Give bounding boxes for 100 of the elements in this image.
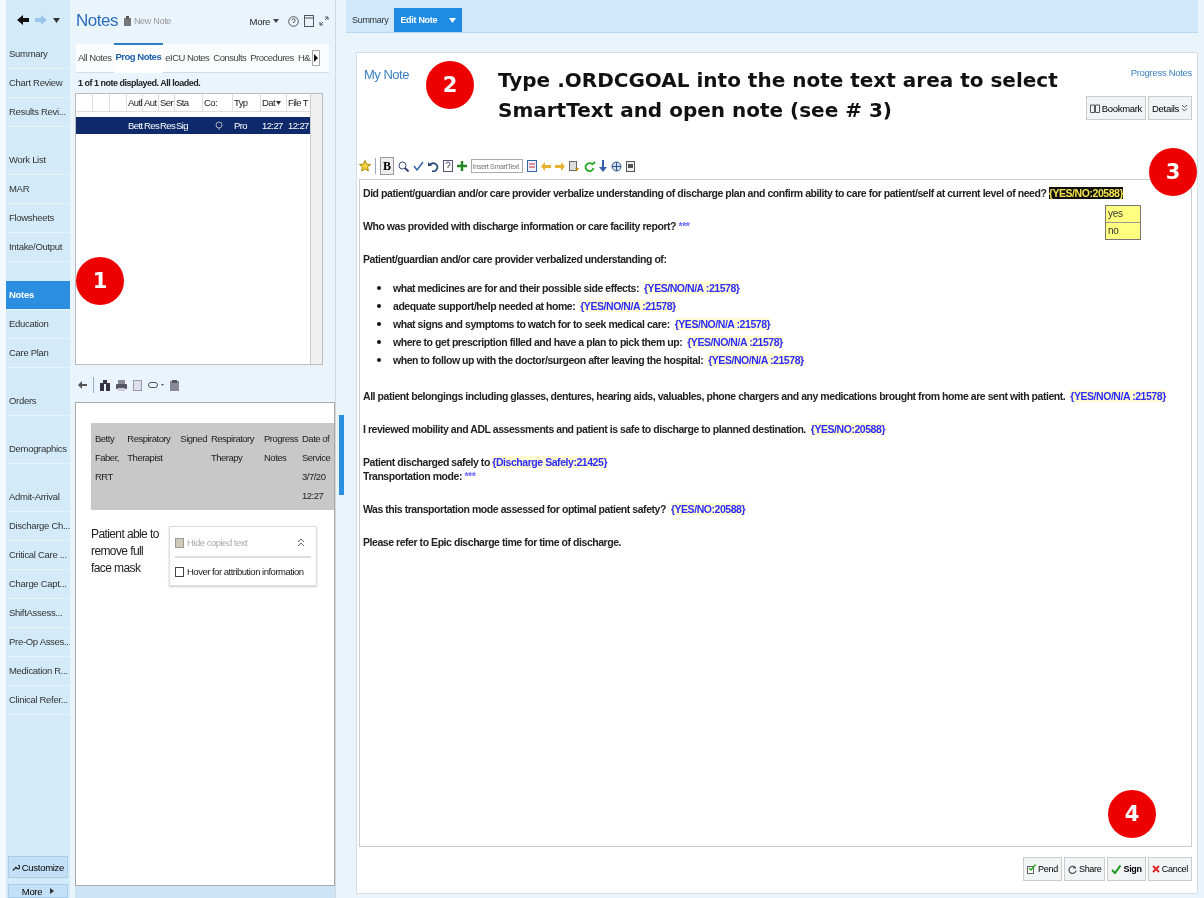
note-line: what signs and symptoms to watch for to seek medical care: {YES/NO/N/A :21578} <box>393 317 771 331</box>
smartlist-field[interactable]: {YES/NO:20588} <box>670 503 746 515</box>
note-line: adequate support/help needed at home: {YES/NO/N/A :21578} <box>393 299 676 313</box>
column-header[interactable]: Ser <box>159 94 175 111</box>
binoculars-icon[interactable] <box>100 379 110 391</box>
note-text: Patient able to remove full face mask <box>91 526 160 577</box>
customize-button[interactable]: Customize <box>8 856 68 878</box>
book-icon <box>1089 103 1100 113</box>
more-menu[interactable]: More <box>249 15 279 27</box>
undo-icon[interactable] <box>427 160 439 172</box>
note-line: Please refer to Epic discharge time for time of discharge. <box>363 535 622 549</box>
note-icon <box>122 16 132 26</box>
note-line: when to follow up with the doctor/surgeon after leaving the hospital: {YES/NO/N/A :21578} <box>393 353 804 367</box>
note-type-link[interactable]: Progress Notes <box>1130 67 1192 78</box>
note-line: what medicines are for and their possible side effects: {YES/NO/N/A :21578} <box>393 281 740 295</box>
caret-icon[interactable] <box>52 17 60 23</box>
chevron-down-icon <box>1181 104 1188 112</box>
table-cell-text: Sig <box>175 120 189 131</box>
back-icon[interactable] <box>16 15 29 25</box>
expand-icon[interactable] <box>319 16 329 26</box>
tab[interactable]: Edit Note <box>394 8 463 32</box>
header-cell-text: Date of Service 3/7/20 12:27 <box>302 432 330 503</box>
document-check-icon <box>1027 864 1037 874</box>
details-button[interactable]: Details <box>1148 96 1192 120</box>
list-icon[interactable] <box>526 160 537 172</box>
scrollbar[interactable] <box>310 94 322 364</box>
tab[interactable]: eICU Notes <box>163 44 212 72</box>
table-cell-text: 12:27 <box>261 120 284 131</box>
smartlist-field[interactable]: {YES/NO/N/A :21578} <box>687 336 783 348</box>
refresh-icon <box>1067 864 1077 874</box>
table-row[interactable]: BettResResSig Pro 12:27 12:27 <box>76 117 310 134</box>
tab[interactable]: Consults <box>211 44 249 72</box>
tab[interactable]: Procedures <box>248 44 296 72</box>
scrollbar[interactable] <box>75 886 335 898</box>
note-line: where to get prescription filled and have a plan to pick them up: {YES/NO/N/A :21578} <box>393 335 783 349</box>
plus-icon[interactable] <box>456 161 467 171</box>
smartlist-field[interactable]: {YES/NO/N/A :21578} <box>643 282 740 294</box>
checkbox-option[interactable]: Hover for attribution information <box>175 558 311 585</box>
tab[interactable]: Summary <box>346 8 395 32</box>
smartlist-field[interactable]: {YES/NO/N/A :21578} <box>708 354 804 366</box>
bold-button[interactable]: B <box>380 157 394 175</box>
header-cell-text: Signed <box>180 432 207 446</box>
header-cell-text: Progress Notes <box>264 432 298 465</box>
clipboard-icon[interactable] <box>170 379 179 391</box>
zoom-icon[interactable] <box>397 160 409 172</box>
smartlist-field[interactable]: {YES/NO:20588} <box>810 423 886 435</box>
wildcard-field[interactable]: *** <box>464 470 476 482</box>
spellcheck-icon[interactable] <box>412 160 424 172</box>
cancel-button[interactable]: Cancel <box>1147 857 1192 881</box>
note-line: Patient discharged safely to {Discharge Safely:21425} <box>363 455 608 469</box>
column-header[interactable]: Autl <box>127 94 143 111</box>
table-cell: 12:27 <box>287 120 310 131</box>
header-cell-text: Respiratory Therapist <box>127 432 172 465</box>
form-icon[interactable] <box>625 160 635 172</box>
tab[interactable]: Prog Notes <box>113 43 164 73</box>
scroll-right-icon[interactable] <box>312 50 321 66</box>
table-cell: Bett <box>127 120 143 131</box>
dropdown-option[interactable]: yes <box>1106 206 1140 223</box>
table-cell-text: Pro <box>233 120 248 131</box>
window-icon[interactable] <box>304 15 314 27</box>
splitter-handle[interactable] <box>339 415 344 495</box>
bullet-icon <box>377 340 381 344</box>
column-header[interactable]: Co: <box>203 94 233 111</box>
bookmark-button[interactable]: Bookmark <box>1085 96 1147 120</box>
document-icon[interactable] <box>568 160 580 172</box>
column-header[interactable]: Dat <box>261 94 287 111</box>
caret-icon <box>449 17 457 23</box>
bullet-icon <box>377 304 381 308</box>
tab[interactable]: All Notes <box>76 44 114 72</box>
dropdown-option[interactable]: no <box>1106 223 1140 239</box>
sign-button[interactable]: Sign <box>1107 857 1146 881</box>
caret-icon <box>50 888 55 894</box>
column-header[interactable]: Aut <box>143 94 159 111</box>
bullet-icon <box>377 322 381 326</box>
column-header[interactable]: Typ <box>233 94 261 111</box>
help-icon[interactable] <box>288 15 299 27</box>
tab[interactable]: H& <box>295 44 313 72</box>
arrow-left-icon[interactable] <box>78 381 87 389</box>
note-line: Transportation mode: *** <box>363 469 476 483</box>
column-header[interactable]: Sta <box>175 94 203 111</box>
help-icon[interactable] <box>442 160 453 172</box>
collapse-icon[interactable] <box>297 538 305 547</box>
smartlist-field[interactable]: {YES/NO/N/A :21578} <box>580 300 676 312</box>
checkbox[interactable] <box>175 566 184 577</box>
smartlist-field[interactable]: {Discharge Safely:21425} <box>492 456 608 468</box>
printer-icon[interactable] <box>116 379 127 391</box>
link-icon[interactable] <box>148 381 164 389</box>
share-button[interactable]: Share <box>1063 857 1106 881</box>
refresh-icon[interactable] <box>583 160 595 172</box>
smartlist-field[interactable]: {YES/NO/N/A :21578} <box>1070 390 1166 402</box>
header-cell-text: Betty Faber, RRT <box>95 432 120 484</box>
more-button[interactable]: More <box>8 884 68 898</box>
star-icon[interactable] <box>359 160 371 172</box>
pend-button[interactable]: Pend <box>1023 857 1062 881</box>
wildcard-field[interactable]: *** <box>678 220 690 232</box>
table-cell: Res <box>143 120 159 131</box>
globe-icon[interactable] <box>610 160 622 172</box>
note-line: Who was provided with discharge information or care facility report? *** <box>363 219 690 233</box>
arrow-down-icon[interactable] <box>598 160 607 172</box>
smartlist-field[interactable]: {YES/NO/N/A :21578} <box>674 318 771 330</box>
